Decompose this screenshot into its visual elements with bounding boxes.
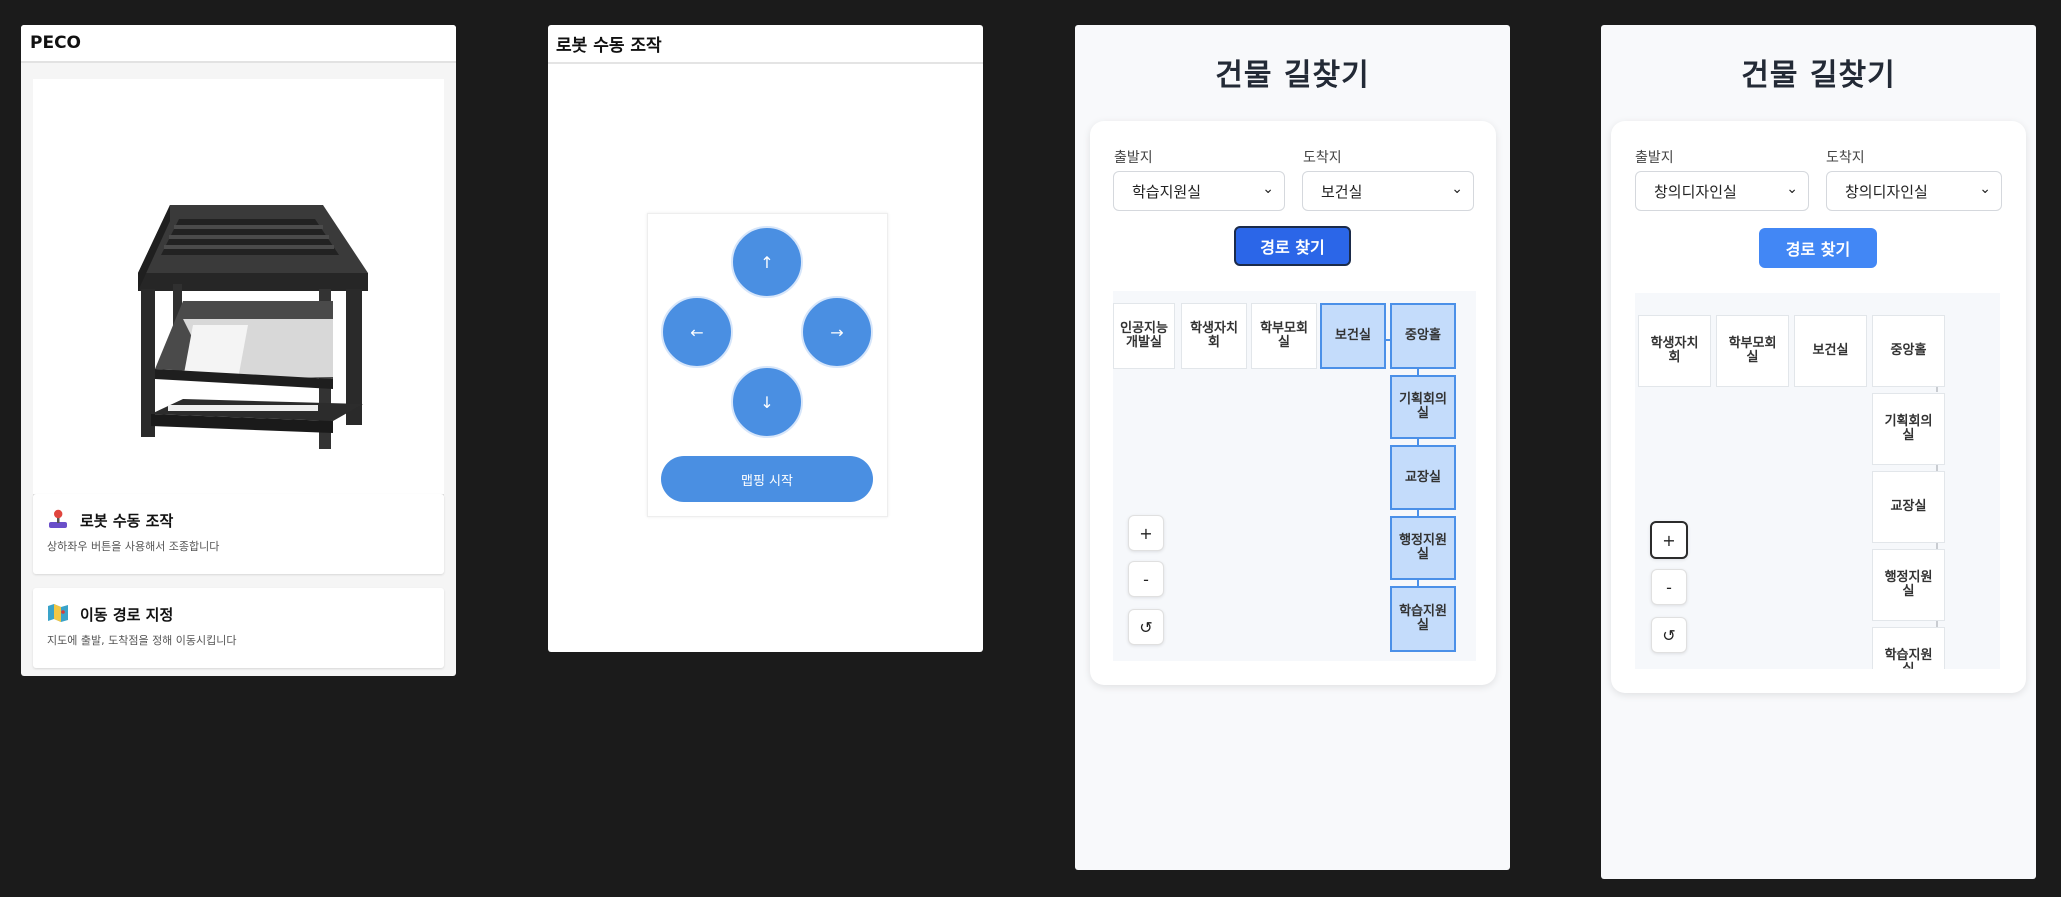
chevron-down-icon: ⌄ [1262, 181, 1274, 197]
joystick-icon [49, 509, 67, 528]
control-header: 로봇 수동 조작 [548, 25, 983, 64]
zoom-out-button[interactable]: - [1651, 569, 1687, 605]
wayfinding-card: 출발지 학습지원실 ⌄ 도착지 보건실 ⌄ 경로 찾기 인공지능 개발실 학생자치… [1090, 121, 1496, 685]
zoom-out-button[interactable]: - [1128, 561, 1164, 597]
destination-select[interactable]: 보건실 ⌄ [1302, 171, 1474, 211]
map-room-highlighted[interactable]: 행정지원 실 [1390, 516, 1456, 580]
wayfinding-card: 출발지 창의디자인실 ⌄ 도착지 창의디자인실 ⌄ 경로 찾기 학생자치 회 학부… [1611, 121, 2026, 693]
right-button[interactable]: → [801, 296, 873, 368]
app-title: PECO [30, 33, 81, 53]
wayfinding-screen-1: 건물 길찾기 출발지 학습지원실 ⌄ 도착지 보건실 ⌄ 경로 찾기 인공지능 개… [1075, 25, 1510, 870]
map-room-highlighted[interactable]: 기획회의 실 [1390, 375, 1456, 439]
chevron-down-icon: ⌄ [1786, 181, 1798, 197]
chevron-down-icon: ⌄ [1451, 181, 1463, 197]
robot-3d-model[interactable] [33, 79, 444, 496]
map-room-highlighted[interactable]: 교장실 [1390, 445, 1456, 510]
map-room[interactable]: 학부모회 실 [1251, 303, 1317, 369]
building-map[interactable]: 인공지능 개발실 학생자치 회 학부모회 실 보건실 중앙홀 기획회의 실 교장실 행정… [1113, 291, 1476, 661]
destination-label: 도착지 [1303, 150, 1342, 166]
destination-select[interactable]: 창의디자인실 ⌄ [1826, 171, 2002, 211]
origin-label: 출발지 [1635, 150, 1674, 166]
left-button[interactable]: ← [661, 296, 733, 368]
map-room[interactable]: 학생자치 회 [1638, 315, 1711, 387]
map-room[interactable]: 행정지원 실 [1872, 549, 1945, 621]
map-room[interactable]: 학습지원실 [1872, 627, 1945, 669]
zoom-in-button[interactable]: + [1128, 515, 1164, 551]
map-room[interactable]: 교장실 [1872, 471, 1945, 543]
destination-select-value: 보건실 [1321, 182, 1363, 201]
find-route-button[interactable]: 경로 찾기 [1759, 228, 1877, 268]
map-room[interactable]: 중앙홀 [1872, 315, 1945, 387]
up-button[interactable]: ↑ [731, 226, 803, 298]
origin-select-value: 학습지원실 [1132, 182, 1202, 201]
map-room-highlighted[interactable]: 학습지원 실 [1390, 586, 1456, 652]
origin-label: 출발지 [1114, 150, 1153, 166]
map-room-highlighted[interactable]: 보건실 [1320, 303, 1386, 369]
zoom-in-button[interactable]: + [1650, 521, 1688, 559]
origin-select[interactable]: 창의디자인실 ⌄ [1635, 171, 1809, 211]
manual-control-card[interactable]: 로봇 수동 조작 상하좌우 버튼을 사용해서 조종합니다 [33, 494, 444, 574]
destination-label: 도착지 [1826, 150, 1865, 166]
reset-view-button[interactable]: ↺ [1128, 609, 1164, 645]
destination-select-value: 창의디자인실 [1845, 182, 1928, 201]
control-title: 로봇 수동 조작 [556, 36, 662, 56]
chevron-down-icon: ⌄ [1979, 181, 1991, 197]
home-screen: PECO 로봇 수동 조작 상하좌우 버튼을 사용해서 조종합니다 이동 경로 … [21, 25, 456, 676]
manual-control-card-desc: 상하좌우 버튼을 사용해서 조종합니다 [47, 540, 220, 553]
start-mapping-button[interactable]: 맵핑 시작 [661, 456, 873, 502]
map-room[interactable]: 기획회의 실 [1872, 393, 1945, 465]
down-button[interactable]: ↓ [731, 366, 803, 438]
map-room[interactable]: 인공지능 개발실 [1113, 303, 1175, 369]
origin-select[interactable]: 학습지원실 ⌄ [1113, 171, 1285, 211]
app-header: PECO [21, 25, 456, 63]
origin-select-value: 창의디자인실 [1654, 182, 1737, 201]
map-room[interactable]: 학부모회 실 [1716, 315, 1789, 387]
manual-control-card-title: 로봇 수동 조작 [80, 512, 174, 530]
wayfinding-title: 건물 길찾기 [1215, 58, 1370, 93]
map-room-highlighted[interactable]: 중앙홀 [1390, 303, 1456, 369]
wayfinding-title: 건물 길찾기 [1741, 58, 1896, 93]
map-room[interactable]: 학생자치 회 [1181, 303, 1247, 369]
direction-pad: ↑ ← → ↓ 맵핑 시작 [647, 213, 888, 517]
map-icon [48, 604, 68, 622]
find-route-button[interactable]: 경로 찾기 [1234, 226, 1351, 266]
manual-control-screen: 로봇 수동 조작 ↑ ← → ↓ 맵핑 시작 [548, 25, 983, 652]
map-room[interactable]: 보건실 [1794, 315, 1867, 387]
route-setting-card-desc: 지도에 출발, 도착점을 정해 이동시킵니다 [47, 634, 237, 647]
building-map[interactable]: 학생자치 회 학부모회 실 보건실 중앙홀 기획회의 실 교장실 행정지원 실 학습지원… [1635, 293, 2000, 669]
route-setting-card-title: 이동 경로 지정 [80, 606, 174, 624]
reset-view-button[interactable]: ↺ [1651, 617, 1687, 653]
robot-model-render [138, 205, 368, 449]
route-setting-card[interactable]: 이동 경로 지정 지도에 출발, 도착점을 정해 이동시킵니다 [33, 588, 444, 668]
wayfinding-screen-2: 건물 길찾기 출발지 창의디자인실 ⌄ 도착지 창의디자인실 ⌄ 경로 찾기 학… [1601, 25, 2036, 879]
